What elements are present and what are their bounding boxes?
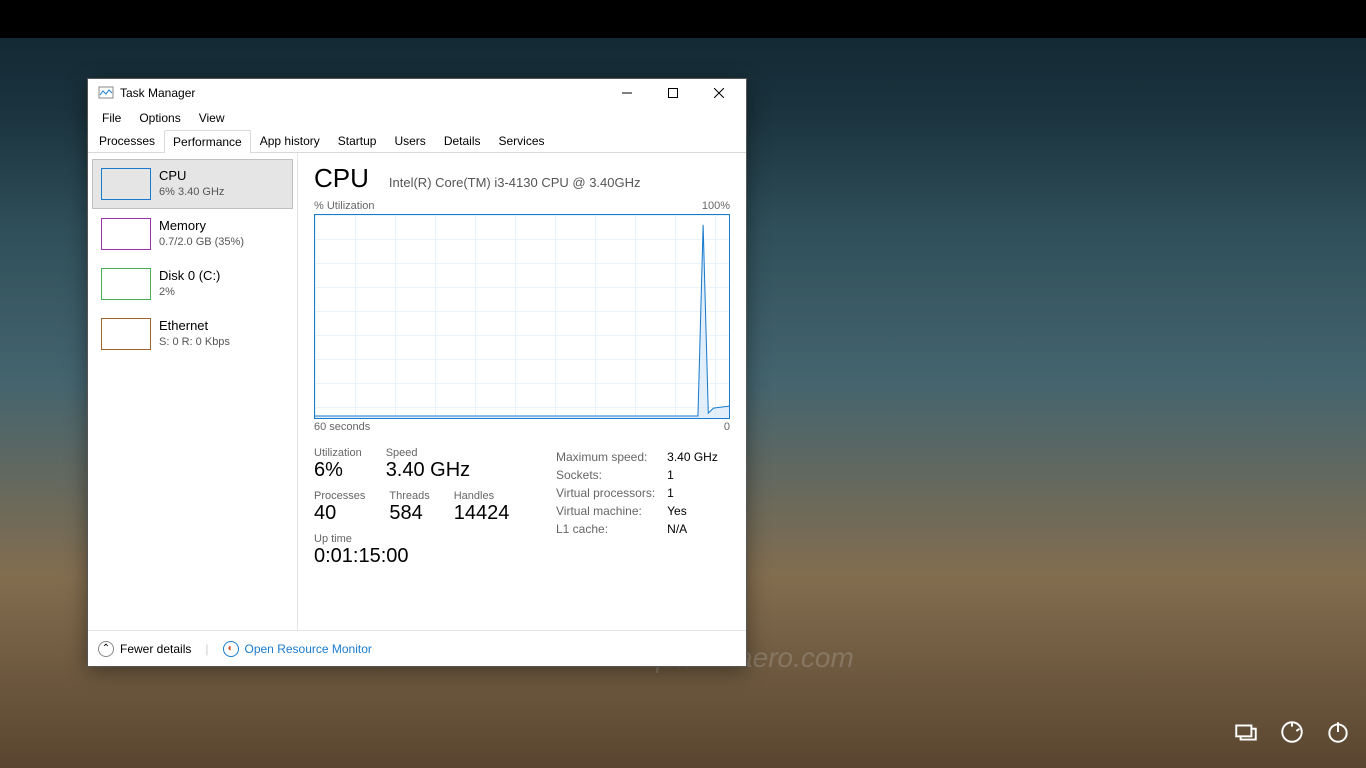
stats-details: Maximum speed:3.40 GHz Sockets:1 Virtual… xyxy=(554,447,730,576)
window-footer: ⌃ Fewer details | ◐ Open Resource Monito… xyxy=(88,630,746,666)
menu-options[interactable]: Options xyxy=(131,109,188,127)
stat-label: Processes xyxy=(314,490,365,502)
stats-primary: Utilization6% Speed3.40 GHz Processes40 … xyxy=(314,447,514,576)
performance-sidebar: CPU6% 3.40 GHz Memory0.7/2.0 GB (35%) Di… xyxy=(88,153,298,630)
sidebar-item-ethernet[interactable]: EthernetS: 0 R: 0 Kbps xyxy=(92,309,293,359)
sidebar-item-sub: 0.7/2.0 GB (35%) xyxy=(159,235,244,249)
detail-value: Yes xyxy=(667,503,728,519)
sidebar-item-disk[interactable]: Disk 0 (C:)2% xyxy=(92,259,293,309)
cpu-name: Intel(R) Core(TM) i3-4130 CPU @ 3.40GHz xyxy=(389,175,641,190)
tabs: Processes Performance App history Startu… xyxy=(88,129,746,153)
sidebar-item-sub: 6% 3.40 GHz xyxy=(159,185,224,199)
separator: | xyxy=(205,642,208,656)
network-icon[interactable] xyxy=(1279,719,1305,750)
menu-file[interactable]: File xyxy=(94,109,129,127)
detail-label: Maximum speed: xyxy=(556,449,665,465)
menu-view[interactable]: View xyxy=(191,109,233,127)
disk-thumb-icon xyxy=(101,268,151,300)
sidebar-item-label: Ethernet xyxy=(159,318,230,335)
window-title: Task Manager xyxy=(120,86,604,100)
chart-label-top-left: % Utilization xyxy=(314,200,375,212)
stat-value: 40 xyxy=(314,502,365,525)
app-icon xyxy=(98,85,114,101)
detail-label: Sockets: xyxy=(556,467,665,483)
titlebar[interactable]: Task Manager xyxy=(88,79,746,107)
detail-value: 3.40 GHz xyxy=(667,449,728,465)
tab-performance[interactable]: Performance xyxy=(164,130,251,153)
stat-label: Up time xyxy=(314,533,514,545)
sidebar-item-label: Disk 0 (C:) xyxy=(159,268,220,285)
tab-details[interactable]: Details xyxy=(435,129,490,152)
tab-services[interactable]: Services xyxy=(490,129,554,152)
memory-thumb-icon xyxy=(101,218,151,250)
task-manager-window: Task Manager File Options View Processes… xyxy=(87,78,747,667)
power-icon[interactable] xyxy=(1325,719,1351,750)
sidebar-item-sub: S: 0 R: 0 Kbps xyxy=(159,335,230,349)
detail-label: Virtual processors: xyxy=(556,485,665,501)
minimize-button[interactable] xyxy=(604,79,650,107)
sidebar-item-memory[interactable]: Memory0.7/2.0 GB (35%) xyxy=(92,209,293,259)
sidebar-item-sub: 2% xyxy=(159,285,220,299)
ethernet-thumb-icon xyxy=(101,318,151,350)
tab-startup[interactable]: Startup xyxy=(329,129,386,152)
chart-label-bottom-left: 60 seconds xyxy=(314,421,370,433)
menubar: File Options View xyxy=(88,107,746,129)
system-tray xyxy=(1233,719,1351,750)
tab-users[interactable]: Users xyxy=(385,129,434,152)
stat-value: 0:01:15:00 xyxy=(314,545,514,568)
chart-label-bottom-right: 0 xyxy=(724,421,730,433)
close-button[interactable] xyxy=(696,79,742,107)
sidebar-item-label: Memory xyxy=(159,218,244,235)
open-resource-monitor-link[interactable]: ◐ Open Resource Monitor xyxy=(223,641,372,657)
tab-processes[interactable]: Processes xyxy=(90,129,164,152)
cpu-utilization-chart xyxy=(314,214,730,419)
detail-label: L1 cache: xyxy=(556,521,665,537)
stat-label: Threads xyxy=(389,490,429,502)
fewer-details-label: Fewer details xyxy=(120,642,191,656)
detail-value: 1 xyxy=(667,467,728,483)
maximize-button[interactable] xyxy=(650,79,696,107)
stat-value: 3.40 GHz xyxy=(386,459,470,482)
stat-value: 584 xyxy=(389,502,429,525)
desktop: http://winaero.com http://winaero.com Ta… xyxy=(0,0,1366,768)
stat-value: 14424 xyxy=(454,502,510,525)
cpu-thumb-icon xyxy=(101,168,151,200)
stat-label: Speed xyxy=(386,447,470,459)
sidebar-item-cpu[interactable]: CPU6% 3.40 GHz xyxy=(92,159,293,209)
detail-value: 1 xyxy=(667,485,728,501)
stat-label: Handles xyxy=(454,490,510,502)
sidebar-item-label: CPU xyxy=(159,168,224,185)
ease-of-access-icon[interactable] xyxy=(1233,719,1259,750)
stat-label: Utilization xyxy=(314,447,362,459)
performance-main: CPU Intel(R) Core(TM) i3-4130 CPU @ 3.40… xyxy=(298,153,746,630)
resource-monitor-label: Open Resource Monitor xyxy=(245,642,372,656)
tab-app-history[interactable]: App history xyxy=(251,129,329,152)
resource-monitor-icon: ◐ xyxy=(223,641,239,657)
page-title: CPU xyxy=(314,163,369,194)
detail-label: Virtual machine: xyxy=(556,503,665,519)
detail-value: N/A xyxy=(667,521,728,537)
chart-label-top-right: 100% xyxy=(702,200,730,212)
fewer-details-button[interactable]: ⌃ Fewer details xyxy=(98,641,191,657)
chevron-up-icon: ⌃ xyxy=(98,641,114,657)
stat-value: 6% xyxy=(314,459,362,482)
